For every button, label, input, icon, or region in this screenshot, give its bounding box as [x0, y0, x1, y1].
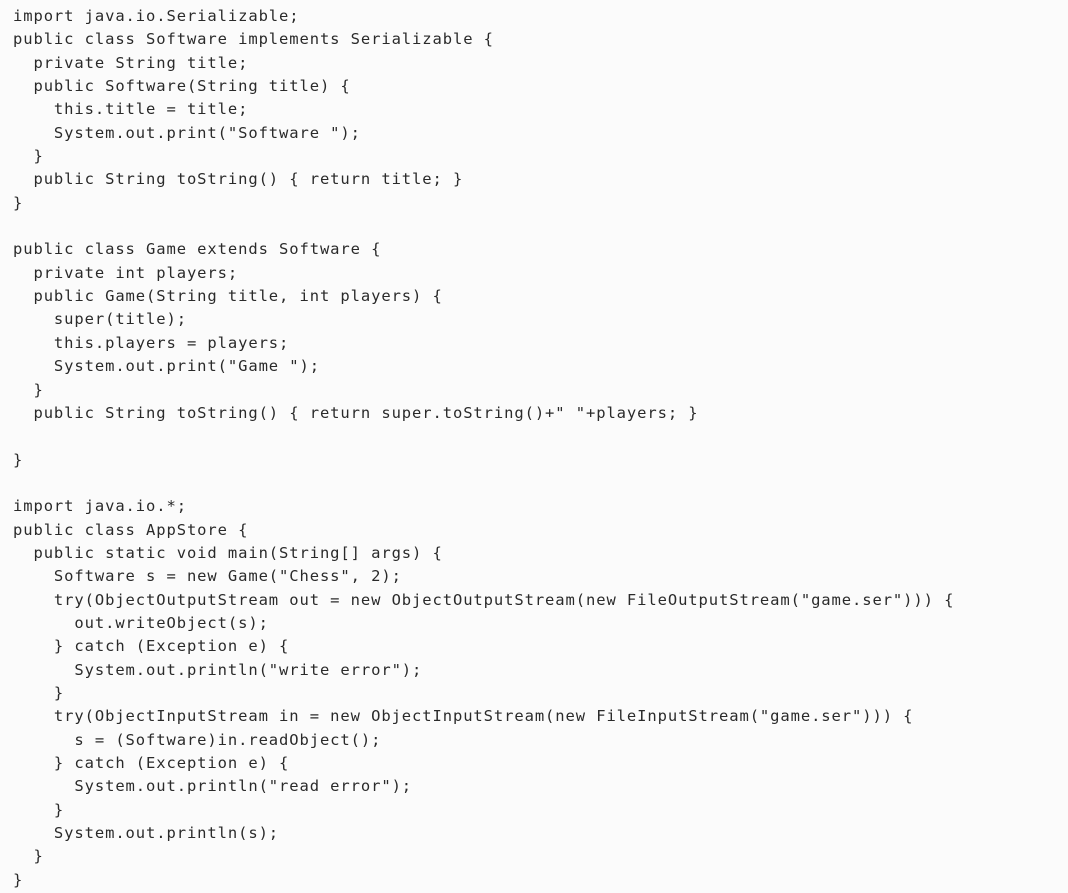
- code-line: public Game(String title, int players) {: [13, 287, 443, 306]
- code-line: public class Game extends Software {: [13, 240, 382, 259]
- code-line: System.out.print("Game ");: [13, 357, 320, 376]
- code-line: public static void main(String[] args) {: [13, 543, 443, 562]
- code-block: import java.io.Serializable; public class…: [13, 5, 954, 892]
- code-line: import java.io.*;: [13, 497, 187, 516]
- code-line: out.writeObject(s);: [13, 613, 269, 632]
- code-line: }: [13, 870, 24, 889]
- code-line: private int players;: [13, 263, 239, 282]
- code-line: System.out.println("write error");: [13, 660, 423, 679]
- code-line: Software s = new Game("Chess", 2);: [13, 567, 402, 586]
- code-line: public String toString() { return title;…: [13, 170, 464, 189]
- code-line: System.out.println("read error");: [13, 777, 413, 796]
- code-line: }: [13, 683, 65, 702]
- code-line: import java.io.Serializable;: [13, 7, 300, 25]
- code-line: s = (Software)in.readObject();: [13, 730, 382, 749]
- code-line: public Software(String title) {: [13, 77, 351, 96]
- code-line: }: [13, 193, 24, 212]
- code-line: }: [13, 147, 44, 166]
- code-line: }: [13, 380, 44, 399]
- code-line: this.title = title;: [13, 100, 249, 119]
- code-line: }: [13, 800, 65, 819]
- code-line: } catch (Exception e) {: [13, 754, 290, 772]
- code-line: try(ObjectOutputStream out = new ObjectO…: [13, 590, 955, 609]
- code-line: this.players = players;: [13, 333, 290, 352]
- code-line: super(title);: [13, 310, 187, 329]
- code-line: public String toString() { return super.…: [13, 403, 699, 422]
- code-line: }: [13, 450, 24, 469]
- code-line: System.out.println(s);: [13, 824, 280, 843]
- code-line: private String title;: [13, 53, 249, 72]
- code-line: }: [13, 847, 44, 866]
- code-line: try(ObjectInputStream in = new ObjectInp…: [13, 707, 914, 726]
- code-line: } catch (Exception e) {: [13, 637, 290, 656]
- code-line: System.out.print("Software ");: [13, 123, 361, 142]
- code-line: public class AppStore {: [13, 520, 249, 539]
- code-line: public class Software implements Seriali…: [13, 30, 494, 49]
